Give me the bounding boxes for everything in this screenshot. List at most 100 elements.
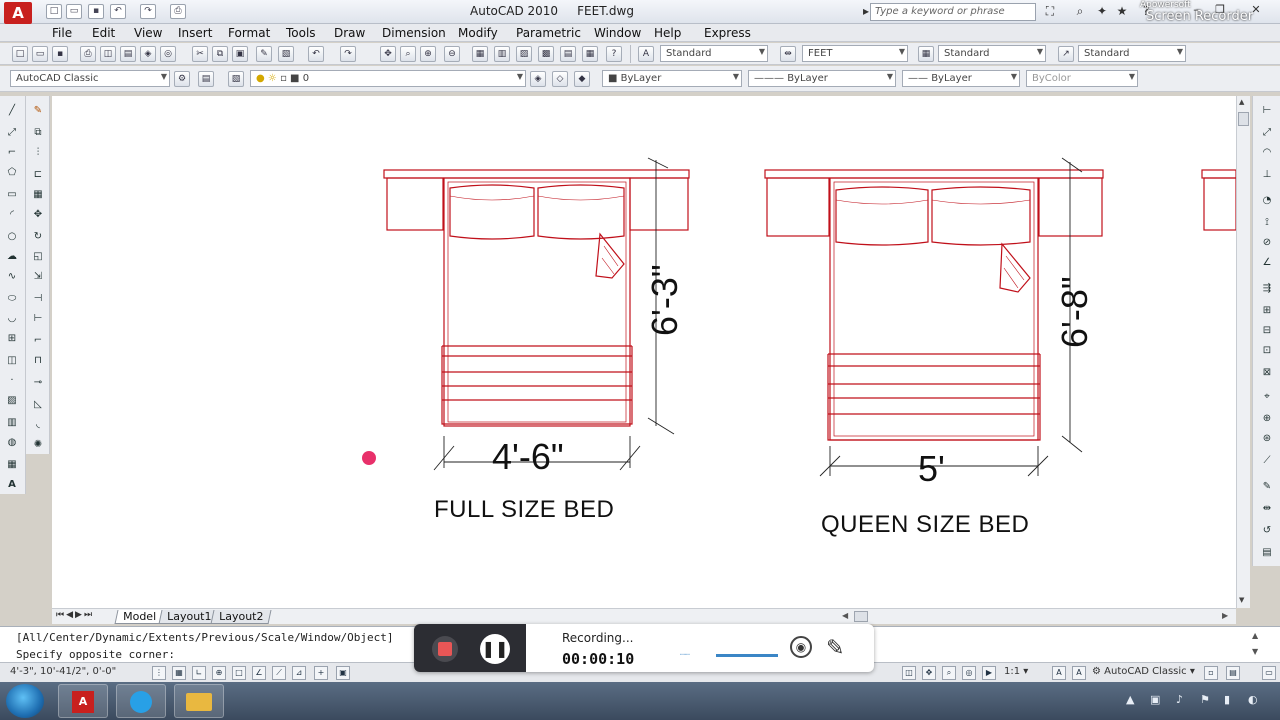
help-search-input[interactable]: Type a keyword or phrase	[870, 3, 1036, 21]
zoom-realtime-icon[interactable]: ⌕	[400, 46, 416, 62]
baseline-dimension-icon[interactable]: ⊞	[1260, 304, 1274, 318]
search-icon[interactable]: ⌕	[1072, 4, 1088, 19]
zoom-previous-icon[interactable]: ⊖	[444, 46, 460, 62]
cut-icon[interactable]: ✂	[192, 46, 208, 62]
spline-icon[interactable]: ∿	[5, 270, 19, 284]
auto-scale-icon[interactable]: A	[1072, 666, 1086, 680]
dynamic-ucs-icon[interactable]: ⟋	[272, 666, 286, 680]
quick-properties-icon[interactable]: ▣	[336, 666, 350, 680]
start-button-icon[interactable]	[6, 684, 44, 718]
make-layer-current-icon[interactable]: ◈	[530, 71, 546, 87]
dynamic-input-icon[interactable]: ⊿	[292, 666, 306, 680]
menu-file[interactable]: File	[52, 26, 72, 40]
table-style-dropdown[interactable]: Standard ▼	[938, 45, 1046, 62]
annotation-visibility-icon[interactable]: A	[1052, 666, 1066, 680]
restore-icon[interactable]: ❐	[1210, 2, 1230, 18]
plot-preview-icon[interactable]: ◫	[100, 46, 116, 62]
fillet-icon[interactable]: ◟	[31, 418, 45, 432]
command-scroll-down-icon[interactable]: ▼	[1252, 647, 1258, 656]
webcam-icon[interactable]: ◉	[790, 636, 812, 658]
taskbar-explorer-icon[interactable]	[174, 684, 224, 718]
pan-status-icon[interactable]: ✥	[922, 666, 936, 680]
workspace-dropdown[interactable]: AutoCAD Classic ▼	[10, 70, 170, 87]
menu-modify[interactable]: Modify	[458, 26, 498, 40]
qsave-icon[interactable]: ▪	[52, 46, 68, 62]
table-icon[interactable]: ▦	[5, 458, 19, 472]
tray-show-hidden-icon[interactable]: ▲	[1126, 693, 1134, 706]
tolerance-icon[interactable]: ⌖	[1260, 390, 1274, 404]
snap-mode-icon[interactable]: ⋮	[152, 666, 166, 680]
etransmit-icon[interactable]: ◎	[160, 46, 176, 62]
vertical-scroll-thumb[interactable]	[1238, 112, 1249, 126]
object-snap-tracking-icon[interactable]: ∠	[252, 666, 266, 680]
tool-palettes-icon[interactable]: ▨	[516, 46, 532, 62]
dimension-edit-icon[interactable]: ✎	[1260, 480, 1274, 494]
extend-icon[interactable]: ⊢	[31, 312, 45, 326]
hatch-icon[interactable]: ▨	[5, 394, 19, 408]
point-icon[interactable]: ·	[5, 374, 19, 388]
join-icon[interactable]: ⊓	[31, 354, 45, 368]
rectangle-icon[interactable]: ▭	[5, 188, 19, 202]
copy-object-icon[interactable]: ⧉	[31, 126, 45, 140]
break-at-point-icon[interactable]: ⊸	[31, 376, 45, 390]
plot-icon[interactable]: ⎙	[170, 4, 186, 19]
break-icon[interactable]: ⌐	[31, 334, 45, 348]
pan-icon[interactable]: ✥	[380, 46, 396, 62]
pencil-annotate-icon[interactable]: ✎	[826, 636, 844, 661]
pause-recording-button[interactable]: ❚❚	[480, 634, 510, 664]
ellipse-arc-icon[interactable]: ◡	[5, 312, 19, 326]
zoom-window-icon[interactable]: ⊕	[420, 46, 436, 62]
drawing-canvas[interactable]: 4'-6" 6'-3" FULL SIZE BED 5' 6'-8" QUEEN…	[52, 96, 1236, 608]
rotate-icon[interactable]: ↻	[31, 230, 45, 244]
layer-properties-icon[interactable]: ▧	[228, 71, 244, 87]
undo-toolbar-icon[interactable]: ↶	[308, 46, 324, 62]
radius-dimension-icon[interactable]: ◔	[1260, 194, 1274, 208]
construction-line-icon[interactable]: ⤢	[5, 126, 19, 140]
design-center-icon[interactable]: ▥	[494, 46, 510, 62]
linetype-dropdown[interactable]: ——— ByLayer ▼	[748, 70, 896, 87]
communication-center-icon[interactable]: ✦	[1094, 4, 1110, 19]
binoculars-icon[interactable]: ⛶	[1042, 4, 1058, 19]
diameter-dimension-icon[interactable]: ⊘	[1260, 236, 1274, 250]
undo-icon[interactable]: ↶	[110, 4, 126, 19]
arc-icon[interactable]: ◜	[5, 208, 19, 222]
qnew-icon[interactable]: □	[12, 46, 28, 62]
tray-volume-icon[interactable]: ♪	[1176, 693, 1183, 706]
aligned-dimension-icon[interactable]: ⤢	[1260, 126, 1274, 140]
grid-display-icon[interactable]: ▦	[172, 666, 186, 680]
taskbar-autocad-icon[interactable]: A	[58, 684, 108, 718]
erase-icon[interactable]: ✎	[31, 104, 45, 118]
circle-icon[interactable]: ○	[5, 230, 19, 244]
ordinate-dimension-icon[interactable]: ⊥	[1260, 168, 1274, 182]
new-file-icon[interactable]: □	[46, 4, 62, 19]
minimize-icon[interactable]: –	[1186, 2, 1206, 18]
workspace-settings-gear-icon[interactable]: ⚙	[174, 71, 190, 87]
dimension-break-icon[interactable]: ⊠	[1260, 366, 1274, 380]
tab-navigation-arrows-icon[interactable]: ⏮◀▶⏭	[56, 610, 94, 620]
volume-slider[interactable]	[716, 654, 778, 657]
menu-insert[interactable]: Insert	[178, 26, 212, 40]
tab-model[interactable]: Model	[114, 610, 165, 624]
workspace-save-icon[interactable]: ▤	[198, 71, 214, 87]
trim-icon[interactable]: ⊣	[31, 292, 45, 306]
angular-dimension-icon[interactable]: ∠	[1260, 256, 1274, 270]
revision-cloud-icon[interactable]: ☁	[5, 250, 19, 264]
plotstyle-dropdown[interactable]: ByColor ▼	[1026, 70, 1138, 87]
scale-icon[interactable]: ◱	[31, 250, 45, 264]
model-space-icon[interactable]: ◫	[902, 666, 916, 680]
tray-flag-icon[interactable]: ⚑	[1200, 693, 1210, 706]
stop-recording-button[interactable]	[432, 636, 458, 662]
layer-states-icon[interactable]: ◆	[574, 71, 590, 87]
layer-previous-icon[interactable]: ◇	[552, 71, 568, 87]
ellipse-icon[interactable]: ⬭	[5, 292, 19, 306]
dimension-text-edit-icon[interactable]: ⇹	[1260, 502, 1274, 516]
dimension-style-icon[interactable]: ▤	[1260, 546, 1274, 560]
dimension-space-icon[interactable]: ⊡	[1260, 344, 1274, 358]
arc-length-icon[interactable]: ◠	[1260, 146, 1274, 160]
block-editor-icon[interactable]: ▧	[278, 46, 294, 62]
scroll-down-icon[interactable]: ▼	[1239, 596, 1244, 604]
linear-dimension-icon[interactable]: ⊢	[1260, 104, 1274, 118]
quickcalc-icon[interactable]: ▦	[582, 46, 598, 62]
workspace-switching-dropdown[interactable]: ⚙ AutoCAD Classic ▾	[1092, 666, 1195, 677]
line-icon[interactable]: ╱	[5, 104, 19, 118]
